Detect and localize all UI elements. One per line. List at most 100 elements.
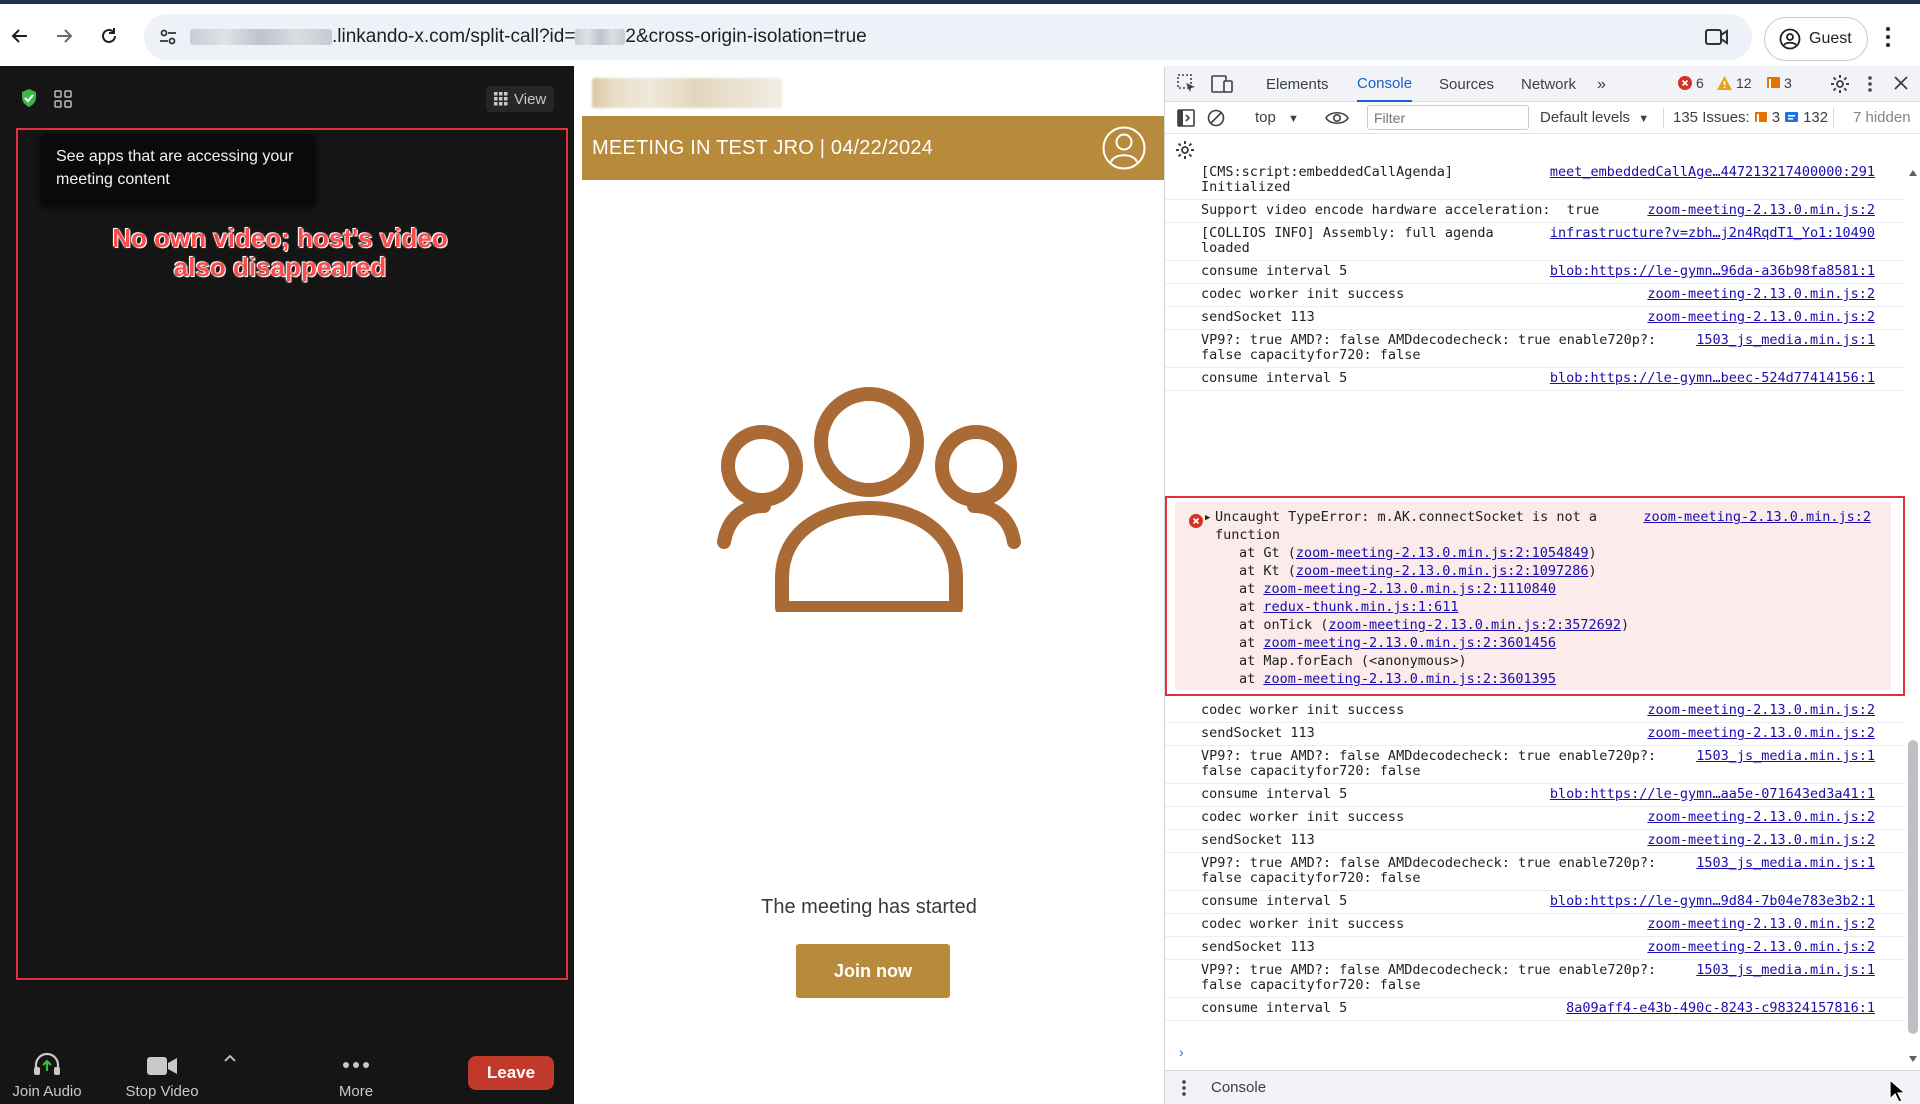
- console-message[interactable]: sendSocket 113 zoom-meeting-2.13.0.min.js…: [1165, 307, 1905, 330]
- issues-counter[interactable]: 3: [1767, 75, 1792, 91]
- console-source-link[interactable]: 1503_js_media.min.js:1: [1696, 963, 1875, 978]
- stop-video-button[interactable]: Stop Video: [120, 1038, 204, 1104]
- site-settings-icon[interactable]: [156, 25, 180, 49]
- console-message-text: [CMS:script:embeddedCallAgenda] Initiali…: [1201, 166, 1453, 195]
- console-message[interactable]: sendSocket 113 zoom-meeting-2.13.0.min.js…: [1165, 937, 1905, 960]
- console-message[interactable]: [COLLIOS INFO] Assembly: full agenda loa…: [1165, 223, 1905, 261]
- console-message[interactable]: consume interval 5 8a09aff4-e43b-490c-824…: [1165, 998, 1905, 1021]
- address-bar[interactable]: .linkando-x.com/split-call?id= 2&cross-o…: [144, 14, 1752, 60]
- console-source-link[interactable]: infrastructure?v=zbh…j2n4RqdT1_Yo1:10490: [1550, 226, 1875, 241]
- sidebar-toggle-icon[interactable]: [1177, 109, 1195, 127]
- console-message[interactable]: consume interval 5 blob:https://le-gymn…a…: [1165, 784, 1905, 807]
- profile-button[interactable]: Guest: [1764, 17, 1868, 61]
- console-source-link[interactable]: blob:https://le-gymn…aa5e-071643ed3a41:1: [1550, 787, 1875, 802]
- console-source-link[interactable]: zoom-meeting-2.13.0.min.js:2: [1647, 203, 1875, 218]
- more-button[interactable]: More: [330, 1038, 382, 1104]
- console-source-link[interactable]: zoom-meeting-2.13.0.min.js:2: [1647, 833, 1875, 848]
- console-message[interactable]: sendSocket 113 zoom-meeting-2.13.0.min.js…: [1165, 723, 1905, 746]
- leave-button[interactable]: Leave: [468, 1056, 554, 1090]
- console-message[interactable]: codec worker init success zoom-meeting-2.…: [1165, 284, 1905, 307]
- log-levels-dropdown[interactable]: Default levels ▼: [1540, 109, 1649, 126]
- security-shield-icon[interactable]: [20, 88, 38, 108]
- console-source-link[interactable]: 1503_js_media.min.js:1: [1696, 856, 1875, 871]
- console-source-link[interactable]: meet_embeddedCallAge…447213217400000:291: [1550, 166, 1875, 180]
- error-source-link[interactable]: zoom-meeting-2.13.0.min.js:2: [1643, 508, 1871, 526]
- expand-triangle-icon[interactable]: ▶: [1205, 509, 1210, 527]
- scroll-up-arrow-icon[interactable]: [1909, 170, 1917, 176]
- console-message[interactable]: consume interval 5 blob:https://le-gymn…9…: [1165, 261, 1905, 284]
- settings-gear-icon[interactable]: [1830, 74, 1850, 94]
- device-toolbar-icon[interactable]: [1211, 74, 1233, 94]
- console-filter-input[interactable]: [1367, 105, 1529, 130]
- console-source-link[interactable]: zoom-meeting-2.13.0.min.js:2: [1647, 703, 1875, 718]
- profile-icon: [1779, 28, 1801, 50]
- inspect-element-icon[interactable]: [1177, 74, 1197, 94]
- stack-frame-link[interactable]: redux-thunk.min.js:1:611: [1263, 599, 1458, 615]
- console-source-link[interactable]: zoom-meeting-2.13.0.min.js:2: [1647, 810, 1875, 825]
- user-avatar-icon[interactable]: [1102, 126, 1146, 170]
- drawer-tab-console[interactable]: Console: [1211, 1079, 1266, 1096]
- apps-grid-icon[interactable]: [54, 90, 72, 108]
- warning-counter[interactable]: 12: [1717, 75, 1752, 91]
- hidden-count[interactable]: 7 hidden: [1853, 109, 1911, 126]
- context-selector[interactable]: top ▼: [1255, 109, 1299, 126]
- console-prompt-chevron-icon[interactable]: ›: [1179, 1044, 1184, 1060]
- stack-frame-link[interactable]: zoom-meeting-2.13.0.min.js:2:3601456: [1263, 635, 1556, 651]
- tab-elements[interactable]: Elements: [1266, 66, 1329, 102]
- console-source-link[interactable]: blob:https://le-gymn…9d84-7b04e783e3b2:1: [1550, 894, 1875, 909]
- console-settings-gear-icon[interactable]: [1175, 140, 1195, 160]
- browser-menu-button[interactable]: [1884, 26, 1892, 48]
- console-source-link[interactable]: zoom-meeting-2.13.0.min.js:2: [1647, 726, 1875, 741]
- more-tabs-chevron-icon[interactable]: »: [1597, 76, 1606, 94]
- devtools-menu-icon[interactable]: [1867, 75, 1873, 93]
- stack-frame-link[interactable]: zoom-meeting-2.13.0.min.js:2:1097286: [1296, 563, 1589, 579]
- error-counter[interactable]: 6: [1678, 75, 1704, 91]
- stack-frame-link[interactable]: zoom-meeting-2.13.0.min.js:2:3601395: [1263, 671, 1556, 687]
- scrollbar-thumb[interactable]: [1908, 740, 1918, 1034]
- console-source-link[interactable]: blob:https://le-gymn…96da-a36b98fa8581:1: [1550, 264, 1875, 279]
- console-source-link[interactable]: 1503_js_media.min.js:1: [1696, 749, 1875, 764]
- console-message[interactable]: sendSocket 113 zoom-meeting-2.13.0.min.js…: [1165, 830, 1905, 853]
- video-options-chevron-up-icon[interactable]: [224, 1054, 236, 1062]
- error-message[interactable]: ▶ Uncaught TypeError: m.AK.connectSocket…: [1175, 502, 1891, 690]
- join-now-button[interactable]: Join now: [796, 944, 950, 998]
- tab-console[interactable]: Console: [1357, 66, 1413, 102]
- tab-network[interactable]: Network: [1521, 66, 1576, 102]
- console-message[interactable]: VP9?: true AMD?: false AMDdecodecheck: t…: [1165, 853, 1905, 891]
- console-source-link[interactable]: 8a09aff4-e43b-490c-8243-c98324157816:1: [1566, 1001, 1875, 1016]
- view-button[interactable]: View: [486, 86, 555, 112]
- console-message[interactable]: consume interval 5 blob:https://le-gymn…9…: [1165, 891, 1905, 914]
- scroll-down-arrow-icon[interactable]: [1909, 1056, 1917, 1062]
- console-message[interactable]: [CMS:script:embeddedCallAgenda] Initiali…: [1165, 166, 1905, 200]
- console-message[interactable]: codec worker init success zoom-meeting-2.…: [1165, 700, 1905, 723]
- console-message[interactable]: Support video encode hardware accelerati…: [1165, 200, 1905, 223]
- reload-button[interactable]: [95, 22, 123, 50]
- issues-summary[interactable]: 135 Issues: 3 132: [1673, 109, 1828, 126]
- drawer-menu-icon[interactable]: [1181, 1079, 1187, 1097]
- console-message[interactable]: VP9?: true AMD?: false AMDdecodecheck: t…: [1165, 746, 1905, 784]
- clear-console-icon[interactable]: [1207, 109, 1225, 127]
- close-devtools-icon[interactable]: [1894, 76, 1908, 90]
- forward-button[interactable]: [50, 22, 78, 50]
- console-scrollbar[interactable]: [1905, 166, 1920, 1070]
- camera-in-use-icon[interactable]: [1704, 25, 1730, 49]
- console-source-link[interactable]: zoom-meeting-2.13.0.min.js:2: [1647, 917, 1875, 932]
- join-audio-button[interactable]: Join Audio: [10, 1038, 84, 1104]
- console-message[interactable]: consume interval 5 blob:https://le-gymn…b…: [1165, 368, 1905, 391]
- stack-frame-link[interactable]: zoom-meeting-2.13.0.min.js:2:1110840: [1263, 581, 1556, 597]
- console-source-link[interactable]: 1503_js_media.min.js:1: [1696, 333, 1875, 348]
- stack-frame-link[interactable]: zoom-meeting-2.13.0.min.js:2:3572692: [1328, 617, 1621, 633]
- console-source-link[interactable]: zoom-meeting-2.13.0.min.js:2: [1647, 310, 1875, 325]
- console-message[interactable]: codec worker init success zoom-meeting-2.…: [1165, 914, 1905, 937]
- tab-sources[interactable]: Sources: [1439, 66, 1494, 102]
- console-source-link[interactable]: zoom-meeting-2.13.0.min.js:2: [1647, 940, 1875, 955]
- back-button[interactable]: [6, 22, 34, 50]
- console-source-link[interactable]: blob:https://le-gymn…beec-524d77414156:1: [1550, 371, 1875, 386]
- stack-frame-link[interactable]: zoom-meeting-2.13.0.min.js:2:1054849: [1296, 545, 1589, 561]
- console-source-link[interactable]: zoom-meeting-2.13.0.min.js:2: [1647, 287, 1875, 302]
- console-message[interactable]: VP9?: true AMD?: false AMDdecodecheck: t…: [1165, 330, 1905, 368]
- console-message[interactable]: VP9?: true AMD?: false AMDdecodecheck: t…: [1165, 960, 1905, 998]
- headphones-icon: [34, 1052, 60, 1075]
- console-message[interactable]: codec worker init success zoom-meeting-2.…: [1165, 807, 1905, 830]
- live-expression-eye-icon[interactable]: [1325, 110, 1349, 126]
